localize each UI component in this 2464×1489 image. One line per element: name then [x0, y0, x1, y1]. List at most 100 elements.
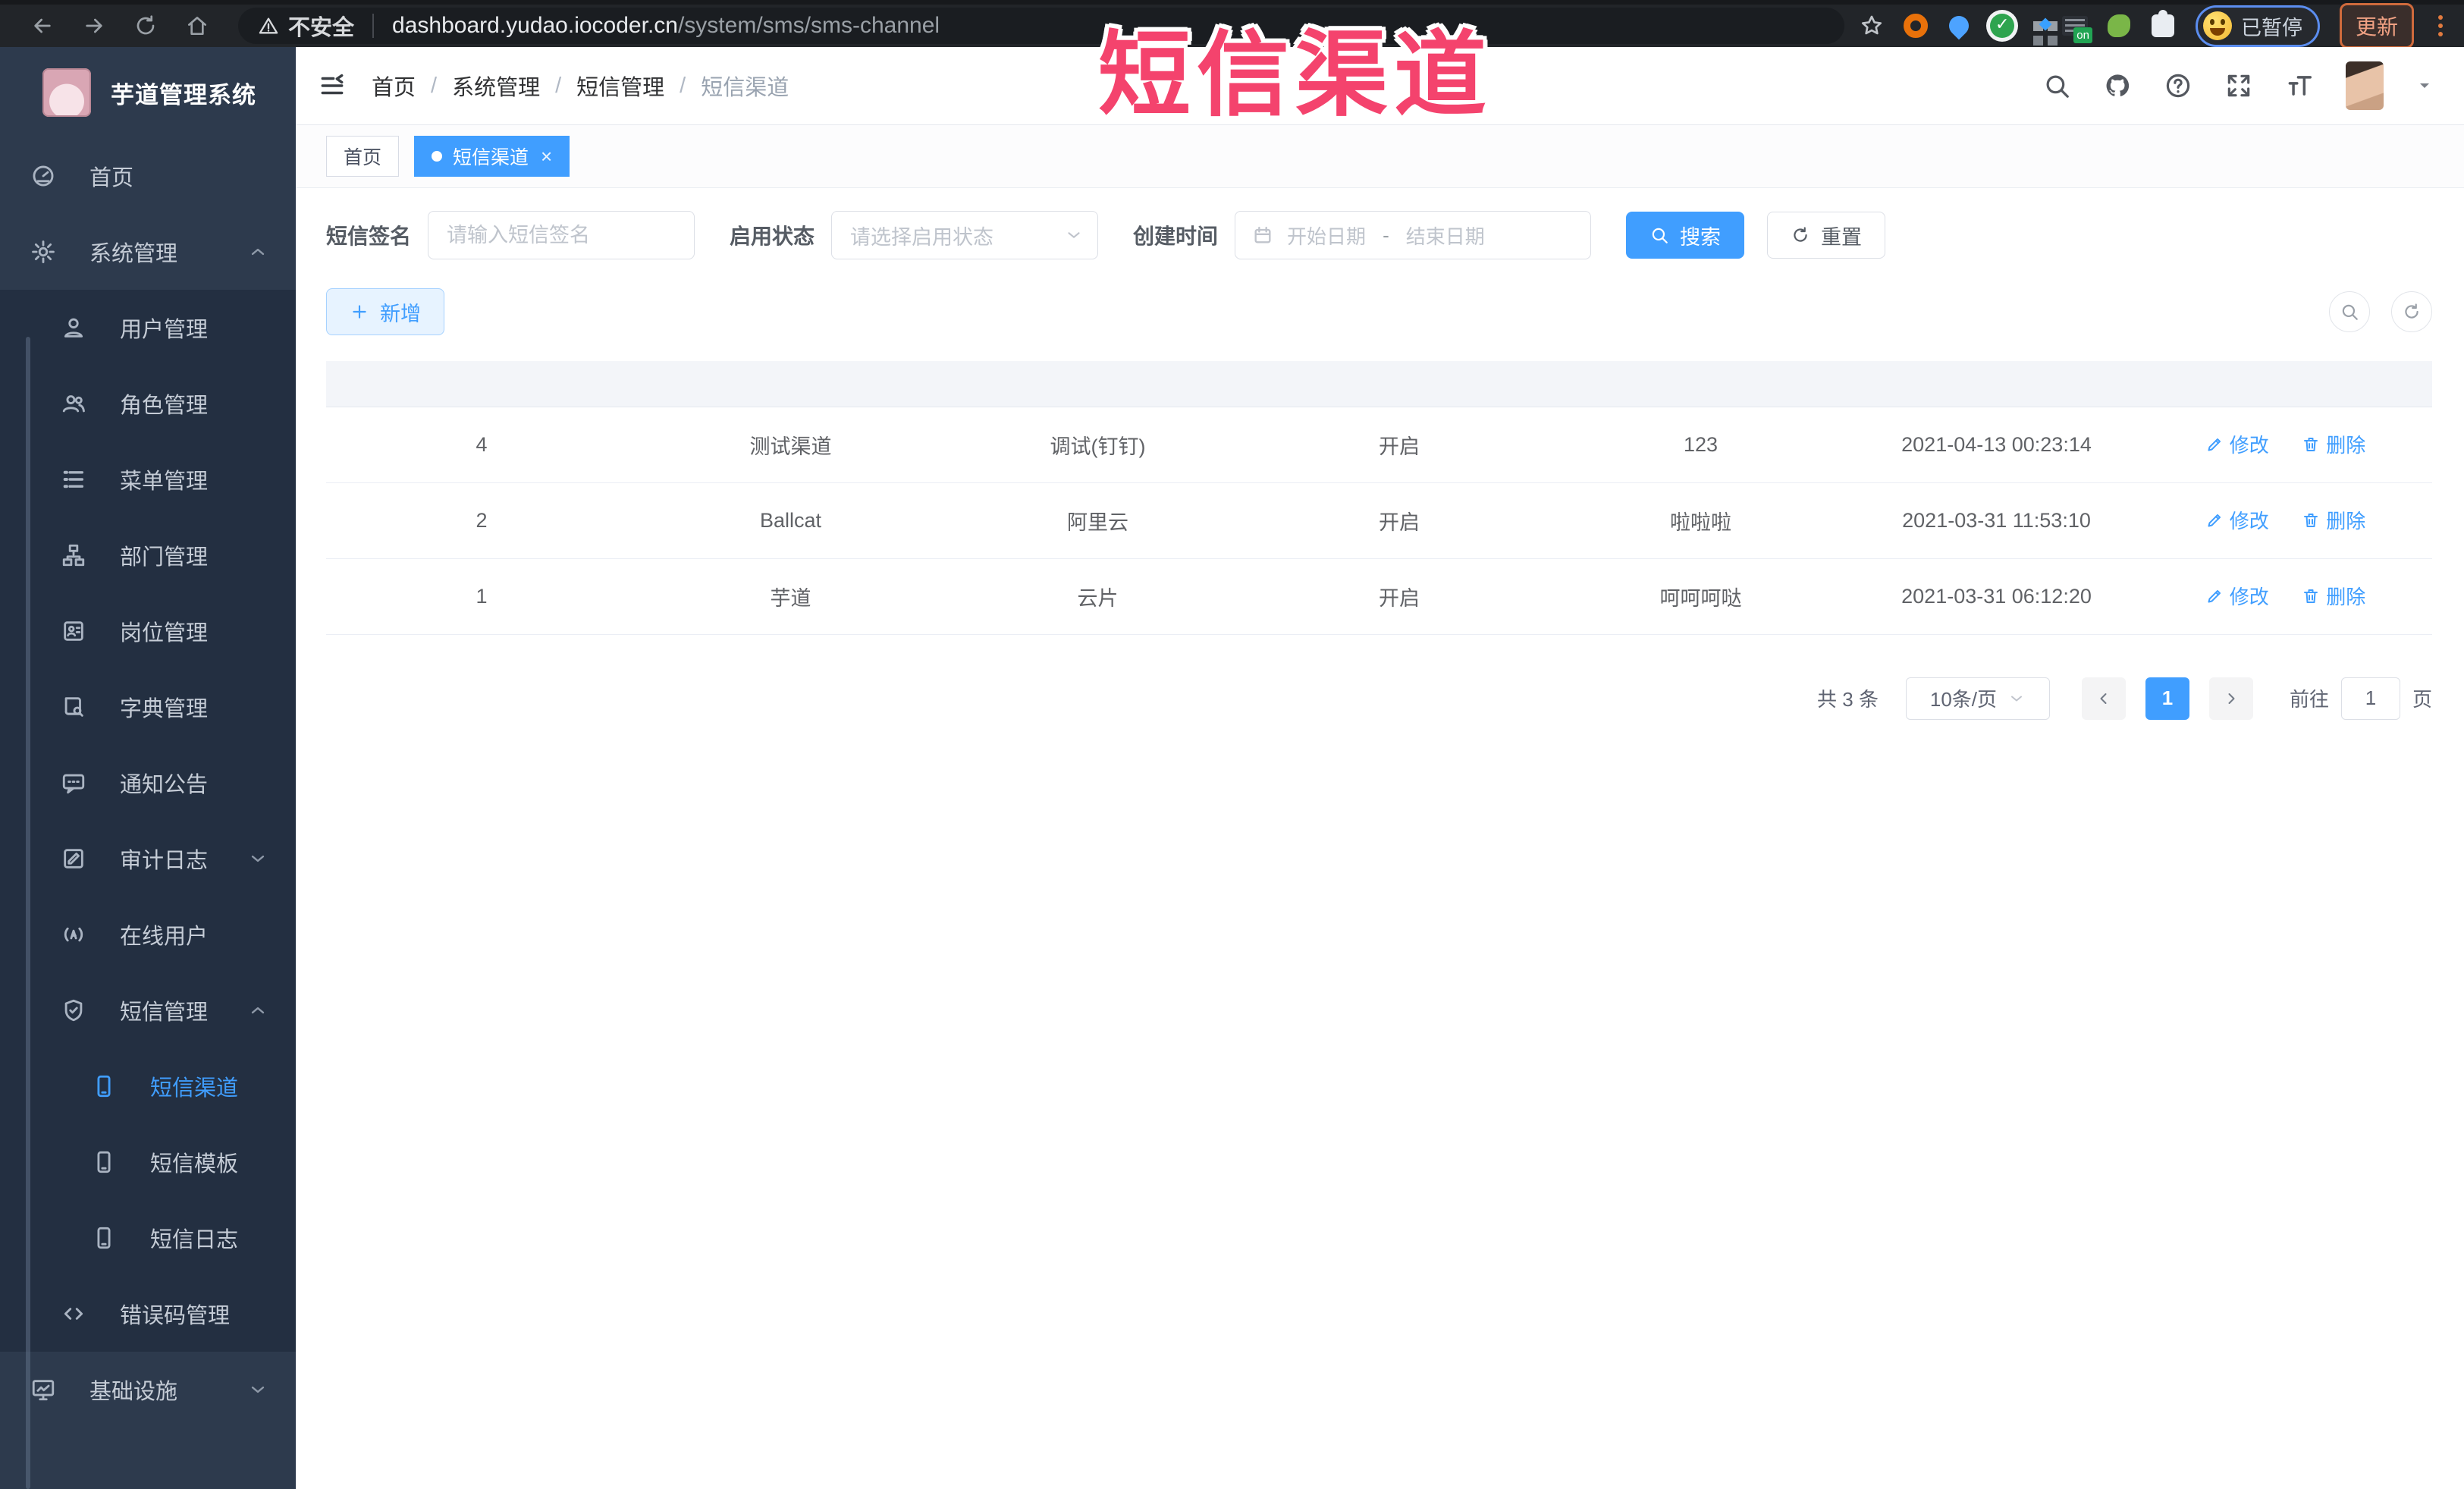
trash-icon: [2302, 587, 2320, 605]
sidebar-item-icon: [61, 618, 86, 644]
breadcrumb-item[interactable]: 短信渠道: [701, 70, 789, 102]
sidebar-item[interactable]: 字典管理: [0, 669, 296, 745]
page-number-current[interactable]: 1: [2145, 677, 2189, 720]
page-size-select[interactable]: 10条/页: [1905, 677, 2050, 720]
table-header-cell: [1854, 361, 2139, 407]
extension-icon[interactable]: [2151, 10, 2174, 37]
search-icon: [1649, 225, 1669, 245]
chevron-down-icon: [2007, 690, 2026, 708]
cell-status: 开启: [1251, 558, 1547, 635]
cell-id: 1: [326, 558, 637, 635]
reset-button[interactable]: 重置: [1767, 212, 1886, 259]
table-header-cell: [1547, 361, 1854, 407]
extension-icon[interactable]: [2061, 16, 2092, 43]
sidebar-logo-row[interactable]: 芋道管理系统: [0, 47, 296, 138]
cell-code: 云片: [944, 558, 1251, 635]
browser-menu-icon[interactable]: [2434, 15, 2447, 36]
screen: 不安全 dashboard.yudao.iocoder.cn/system/sm…: [0, 0, 2464, 1489]
extension-icon[interactable]: [2107, 14, 2130, 37]
browser-update-button[interactable]: 更新: [2339, 3, 2414, 49]
search-button[interactable]: 搜索: [1626, 212, 1745, 259]
toggle-search-button[interactable]: [2329, 291, 2370, 332]
extension-icon[interactable]: [1989, 14, 2014, 38]
warning-icon: [258, 15, 279, 36]
sidebar-item-icon: [61, 1301, 86, 1327]
goto-page-input[interactable]: [2340, 677, 2400, 720]
hamburger-icon[interactable]: [315, 69, 349, 102]
date-start-placeholder: 开始日期: [1287, 225, 1367, 248]
delete-link[interactable]: 删除: [2302, 582, 2365, 610]
browser-forward-icon[interactable]: [79, 11, 109, 41]
sidebar-item[interactable]: 通知公告: [0, 745, 296, 821]
view-tag[interactable]: 首页: [326, 136, 400, 177]
sidebar-item-icon: [30, 239, 56, 265]
sidebar-item-icon: [91, 1149, 117, 1175]
bookmark-star-icon[interactable]: [1860, 14, 1884, 38]
security-warning[interactable]: 不安全: [258, 10, 354, 42]
user-avatar[interactable]: [2346, 61, 2384, 110]
plus-icon: [350, 302, 369, 322]
url-text: dashboard.yudao.iocoder.cn/system/sms/sm…: [392, 13, 940, 38]
cell-signature: 芋道: [637, 558, 944, 635]
date-label: 创建时间: [1133, 225, 1219, 248]
font-size-icon[interactable]: [2285, 71, 2314, 100]
sidebar-item[interactable]: 部门管理: [0, 517, 296, 593]
table-header-cell: [326, 361, 637, 407]
sidebar-item[interactable]: 在线用户: [0, 897, 296, 972]
browser-back-icon[interactable]: [27, 11, 58, 41]
cell-created: 2021-03-31 11:53:10: [1854, 482, 2139, 559]
caret-down-icon[interactable]: [2415, 77, 2434, 95]
next-page-button[interactable]: [2208, 677, 2253, 720]
fullscreen-icon[interactable]: [2224, 71, 2253, 100]
profile-paused-badge[interactable]: 已暂停: [2195, 5, 2320, 47]
sidebar-item[interactable]: 用户管理: [0, 290, 296, 366]
edit-link[interactable]: 修改: [2205, 506, 2269, 534]
signature-input[interactable]: [428, 211, 695, 259]
delete-link[interactable]: 删除: [2302, 506, 2365, 534]
cell-signature: 测试渠道: [637, 407, 944, 483]
extension-icon[interactable]: [1945, 11, 1973, 40]
page-content: 短信签名 启用状态 请选择启用状态 创建时间 开始日期 - 结束日期: [296, 188, 2464, 1489]
sidebar-menu: 首页 系统管理 用户管理 角色管理 菜单管理 部门管理 岗位管理 字典管理 通知…: [0, 138, 296, 1428]
sidebar-item[interactable]: 错误码管理: [0, 1276, 296, 1352]
breadcrumb-item[interactable]: 短信管理: [576, 70, 701, 102]
sidebar-item[interactable]: 系统管理: [0, 214, 296, 290]
sidebar-item[interactable]: 菜单管理: [0, 441, 296, 517]
github-icon[interactable]: [2103, 71, 2132, 100]
browser-reload-icon[interactable]: [130, 11, 161, 41]
sidebar-item[interactable]: 短信模板: [0, 1124, 296, 1200]
sidebar-scrollbar[interactable]: [26, 337, 30, 1489]
sidebar: 芋道管理系统 首页 系统管理 用户管理 角色管理 菜单管理 部门管理 岗位管理 …: [0, 47, 296, 1489]
view-tag[interactable]: 短信渠道 ×: [414, 136, 570, 177]
prev-page-button[interactable]: [2081, 677, 2126, 720]
pagination: 共 3 条 10条/页 1 前往 页: [326, 677, 2432, 720]
sidebar-item[interactable]: 角色管理: [0, 366, 296, 441]
status-select[interactable]: 请选择启用状态: [831, 211, 1099, 259]
refresh-table-button[interactable]: [2391, 291, 2432, 332]
delete-link[interactable]: 删除: [2302, 430, 2365, 458]
sidebar-item[interactable]: 短信日志: [0, 1200, 296, 1276]
breadcrumb-item[interactable]: 系统管理: [452, 70, 576, 102]
sidebar-item[interactable]: 短信管理: [0, 972, 296, 1048]
edit-link[interactable]: 修改: [2205, 430, 2269, 458]
browser-home-icon[interactable]: [182, 11, 212, 41]
help-icon[interactable]: [2164, 71, 2192, 100]
paused-label: 已暂停: [2240, 16, 2302, 39]
sidebar-item-icon: [61, 694, 86, 720]
edit-link[interactable]: 修改: [2205, 582, 2269, 610]
cell-actions: 修改 删除: [2139, 407, 2432, 483]
extension-icon[interactable]: [2032, 20, 2043, 31]
breadcrumb-item[interactable]: 首页: [372, 70, 452, 102]
address-bar[interactable]: 不安全 dashboard.yudao.iocoder.cn/system/sm…: [238, 8, 1844, 44]
extension-icon[interactable]: [1903, 14, 1928, 38]
sidebar-item[interactable]: 首页: [0, 138, 296, 214]
sidebar-item[interactable]: 岗位管理: [0, 593, 296, 669]
sidebar-item[interactable]: 短信渠道: [0, 1048, 296, 1124]
add-button[interactable]: 新增: [326, 288, 444, 335]
browser-chrome: 不安全 dashboard.yudao.iocoder.cn/system/sm…: [0, 0, 2464, 49]
sidebar-item[interactable]: 审计日志: [0, 821, 296, 897]
date-range-picker[interactable]: 开始日期 - 结束日期: [1235, 211, 1592, 259]
search-icon[interactable]: [2042, 71, 2071, 100]
tag-close-icon[interactable]: ×: [541, 146, 552, 166]
sidebar-item[interactable]: 基础设施: [0, 1352, 296, 1428]
